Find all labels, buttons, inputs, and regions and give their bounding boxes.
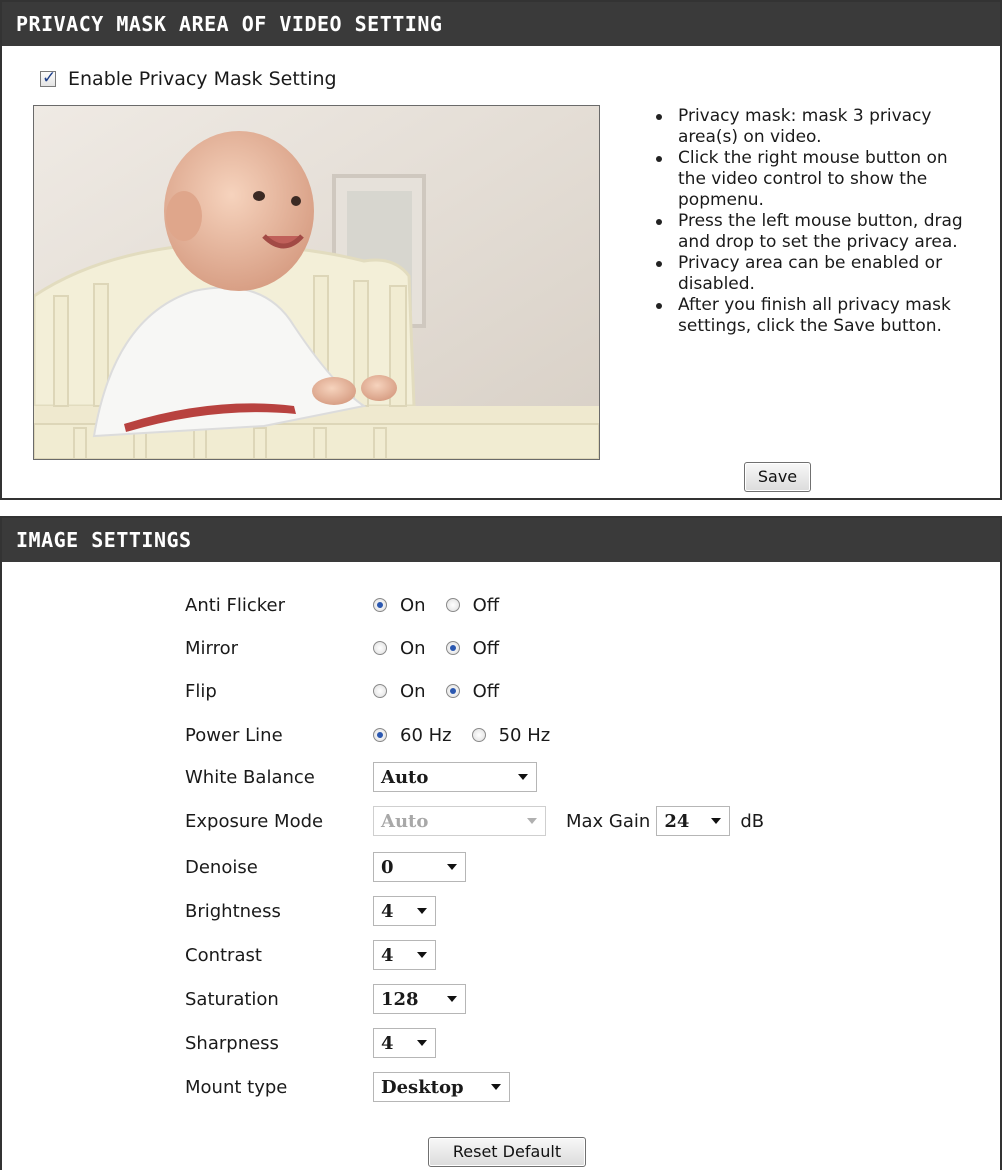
radio-icon[interactable]: [445, 684, 460, 698]
contrast-label: Contrast: [185, 944, 262, 966]
brightness-label: Brightness: [185, 900, 281, 922]
flip-on-option[interactable]: On: [373, 681, 426, 702]
radio-icon[interactable]: [373, 641, 387, 655]
white-balance-label: White Balance: [185, 766, 315, 788]
chevron-down-icon: [527, 818, 537, 824]
flip-row: Flip On Off: [185, 676, 519, 706]
saturation-label: Saturation: [185, 988, 279, 1010]
chevron-down-icon: [447, 996, 457, 1002]
power-line-50-label: 50 Hz: [498, 724, 551, 746]
sharpness-row: Sharpness 4: [185, 1028, 436, 1058]
anti-flicker-on-label: On: [400, 594, 426, 616]
contrast-row: Contrast 4: [185, 940, 436, 970]
image-settings-title: IMAGE SETTINGS: [2, 518, 1000, 562]
anti-flicker-off-label: Off: [472, 594, 500, 616]
chevron-down-icon: [447, 864, 457, 870]
white-balance-select[interactable]: Auto: [373, 762, 537, 792]
sharpness-value: 4: [381, 1032, 394, 1054]
mirror-row: Mirror On Off: [185, 633, 519, 663]
brightness-select[interactable]: 4: [373, 896, 436, 926]
help-item: After you finish all privacy mask settin…: [652, 295, 972, 337]
brightness-value: 4: [381, 900, 394, 922]
flip-on-label: On: [400, 680, 426, 702]
denoise-select[interactable]: 0: [373, 852, 466, 882]
saturation-row: Saturation 128: [185, 984, 466, 1014]
sharpness-select[interactable]: 4: [373, 1028, 436, 1058]
radio-icon[interactable]: [445, 598, 460, 612]
saturation-value: 128: [381, 988, 419, 1010]
enable-privacy-label: Enable Privacy Mask Setting: [68, 68, 337, 90]
mount-type-value: Desktop: [381, 1076, 464, 1098]
max-gain-unit: dB: [740, 810, 765, 832]
checkbox-checked-icon: ✓: [42, 68, 57, 88]
power-line-50-option[interactable]: 50 Hz: [471, 724, 551, 746]
mount-type-row: Mount type Desktop: [185, 1072, 510, 1102]
sharpness-label: Sharpness: [185, 1032, 279, 1054]
denoise-label: Denoise: [185, 856, 258, 878]
radio-icon[interactable]: [373, 684, 387, 698]
mirror-off-option[interactable]: Off: [445, 637, 500, 659]
white-balance-value: Auto: [381, 766, 429, 788]
brightness-row: Brightness 4: [185, 896, 436, 926]
exposure-mode-select: Auto: [373, 806, 546, 836]
mirror-label: Mirror: [185, 637, 239, 659]
privacy-mask-panel: PRIVACY MASK AREA OF VIDEO SETTING ✓ Ena…: [0, 0, 1002, 500]
privacy-mask-title: PRIVACY MASK AREA OF VIDEO SETTING: [2, 2, 1000, 46]
mount-type-select[interactable]: Desktop: [373, 1072, 510, 1102]
anti-flicker-on-option[interactable]: On: [373, 595, 426, 616]
video-preview[interactable]: [33, 105, 600, 460]
power-line-60-label: 60 Hz: [400, 724, 452, 746]
enable-privacy-row[interactable]: ✓ Enable Privacy Mask Setting: [40, 68, 337, 90]
contrast-select[interactable]: 4: [373, 940, 436, 970]
reset-default-button[interactable]: Reset Default: [428, 1137, 586, 1167]
video-frame-image: [34, 106, 599, 459]
contrast-value: 4: [381, 944, 394, 966]
anti-flicker-label: Anti Flicker: [185, 594, 286, 616]
chevron-down-icon: [711, 818, 722, 824]
max-gain-select[interactable]: 24: [656, 806, 731, 836]
chevron-down-icon: [518, 774, 528, 780]
radio-icon[interactable]: [445, 641, 460, 655]
mount-type-label: Mount type: [185, 1076, 288, 1098]
mirror-off-label: Off: [472, 637, 500, 659]
help-item: Press the left mouse button, drag and dr…: [652, 211, 972, 253]
chevron-down-icon: [417, 908, 427, 914]
anti-flicker-row: Anti Flicker On Off: [185, 590, 519, 620]
save-button[interactable]: Save: [744, 462, 811, 492]
privacy-help-list: Privacy mask: mask 3 privacy area(s) on …: [652, 106, 972, 337]
help-item: Click the right mouse button on the vide…: [652, 148, 972, 211]
denoise-value: 0: [381, 856, 394, 878]
mirror-on-option[interactable]: On: [373, 638, 426, 659]
power-line-60-option[interactable]: 60 Hz: [373, 725, 452, 746]
chevron-down-icon: [417, 952, 427, 958]
exposure-mode-row: Exposure Mode Auto Max Gain 24 dB: [185, 806, 764, 836]
anti-flicker-off-option[interactable]: Off: [445, 594, 500, 616]
chevron-down-icon: [491, 1084, 501, 1090]
flip-label: Flip: [185, 680, 217, 702]
help-item: Privacy mask: mask 3 privacy area(s) on …: [652, 106, 972, 148]
power-line-label: Power Line: [185, 724, 283, 746]
saturation-select[interactable]: 128: [373, 984, 466, 1014]
radio-icon[interactable]: [471, 728, 486, 742]
exposure-mode-value: Auto: [381, 810, 429, 832]
mirror-on-label: On: [400, 637, 426, 659]
enable-privacy-checkbox[interactable]: ✓: [40, 68, 57, 88]
radio-icon[interactable]: [373, 728, 387, 742]
exposure-mode-label: Exposure Mode: [185, 810, 324, 832]
help-item: Privacy area can be enabled or disabled.: [652, 253, 972, 295]
max-gain-value: 24: [664, 810, 690, 832]
white-balance-row: White Balance Auto: [185, 762, 537, 792]
power-line-row: Power Line 60 Hz 50 Hz: [185, 720, 570, 750]
chevron-down-icon: [417, 1040, 427, 1046]
flip-off-option[interactable]: Off: [445, 680, 500, 702]
flip-off-label: Off: [472, 680, 500, 702]
max-gain-label: Max Gain: [566, 810, 651, 832]
radio-icon[interactable]: [373, 598, 387, 612]
denoise-row: Denoise 0: [185, 852, 466, 882]
